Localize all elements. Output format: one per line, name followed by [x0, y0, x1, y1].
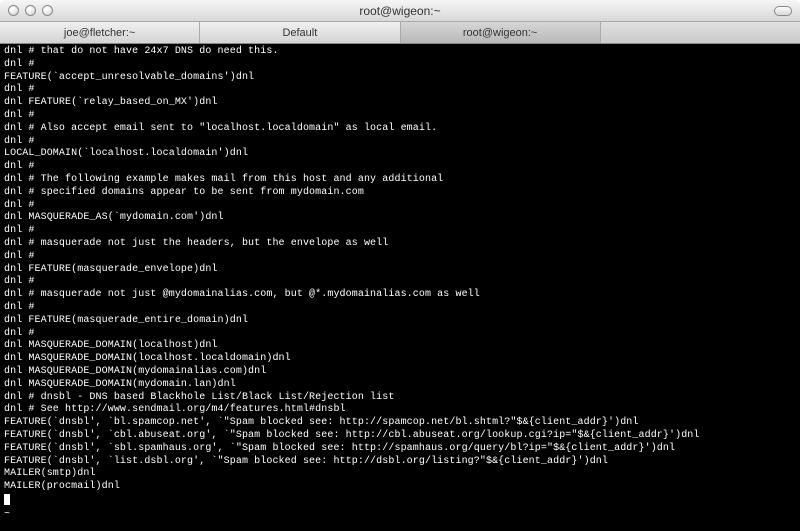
terminal-line: dnl # that do not have 24x7 DNS do need … [4, 46, 796, 59]
minimize-icon[interactable] [25, 5, 36, 16]
terminal-line: FEATURE(`accept_unresolvable_domains')dn… [4, 72, 796, 85]
terminal-output[interactable]: dnl # that do not have 24x7 DNS do need … [0, 44, 800, 531]
terminal-prompt-line [4, 494, 796, 509]
tab-label: joe@fletcher:~ [64, 27, 135, 39]
terminal-line: dnl FEATURE(masquerade_entire_domain)dnl [4, 315, 796, 328]
cursor-icon [4, 494, 10, 505]
terminal-line: dnl FEATURE(masquerade_envelope)dnl [4, 264, 796, 277]
terminal-line: dnl MASQUERADE_DOMAIN(mydomainalias.com)… [4, 366, 796, 379]
terminal-line: dnl # [4, 328, 796, 341]
zoom-icon[interactable] [42, 5, 53, 16]
close-icon[interactable] [8, 5, 19, 16]
terminal-line: MAILER(smtp)dnl [4, 468, 796, 481]
terminal-line: dnl MASQUERADE_AS(`mydomain.com')dnl [4, 212, 796, 225]
toolbar-toggle-icon[interactable] [774, 6, 792, 16]
terminal-line: dnl # [4, 59, 796, 72]
tab-default[interactable]: Default [200, 22, 400, 43]
tab-bar: joe@fletcher:~ Default root@wigeon:~ [0, 22, 800, 44]
tab-label: Default [282, 27, 317, 39]
terminal-line: dnl MASQUERADE_DOMAIN(localhost)dnl [4, 340, 796, 353]
terminal-line: FEATURE(`dnsbl', `list.dsbl.org', `"Spam… [4, 456, 796, 469]
terminal-line: dnl # [4, 302, 796, 315]
terminal-line: dnl # [4, 276, 796, 289]
tab-joe-fletcher[interactable]: joe@fletcher:~ [0, 22, 200, 43]
titlebar: root@wigeon:~ [0, 0, 800, 22]
terminal-line: dnl # [4, 225, 796, 238]
traffic-lights [8, 5, 53, 16]
terminal-line: dnl # [4, 161, 796, 174]
window-title: root@wigeon:~ [0, 4, 800, 18]
terminal-line: FEATURE(`dnsbl', `cbl.abuseat.org', `"Sp… [4, 430, 796, 443]
terminal-line: MAILER(procmail)dnl [4, 481, 796, 494]
terminal-line: dnl # dnsbl - DNS based Blackhole List/B… [4, 392, 796, 405]
terminal-line: ~ [4, 509, 796, 522]
tab-root-wigeon[interactable]: root@wigeon:~ [401, 22, 601, 43]
terminal-line: dnl MASQUERADE_DOMAIN(localhost.localdom… [4, 353, 796, 366]
terminal-window: root@wigeon:~ joe@fletcher:~ Default roo… [0, 0, 800, 531]
terminal-line: FEATURE(`dnsbl', `bl.spamcop.net', `"Spa… [4, 417, 796, 430]
tab-label: root@wigeon:~ [463, 27, 537, 39]
terminal-line: dnl # [4, 136, 796, 149]
terminal-line: dnl # The following example makes mail f… [4, 174, 796, 187]
terminal-line: dnl MASQUERADE_DOMAIN(mydomain.lan)dnl [4, 379, 796, 392]
terminal-line: dnl # Also accept email sent to "localho… [4, 123, 796, 136]
terminal-line: dnl # masquerade not just the headers, b… [4, 238, 796, 251]
terminal-line: dnl # See http://www.sendmail.org/m4/fea… [4, 404, 796, 417]
terminal-line: dnl # [4, 84, 796, 97]
terminal-line: dnl FEATURE(`relay_based_on_MX')dnl [4, 97, 796, 110]
terminal-line: dnl # [4, 251, 796, 264]
terminal-line: dnl # masquerade not just @mydomainalias… [4, 289, 796, 302]
tab-spacer [601, 22, 800, 43]
terminal-line: FEATURE(`dnsbl', `sbl.spamhaus.org', `"S… [4, 443, 796, 456]
terminal-line: dnl # specified domains appear to be sen… [4, 187, 796, 200]
terminal-line: dnl # [4, 110, 796, 123]
terminal-line: LOCAL_DOMAIN(`localhost.localdomain')dnl [4, 148, 796, 161]
terminal-line: dnl # [4, 200, 796, 213]
